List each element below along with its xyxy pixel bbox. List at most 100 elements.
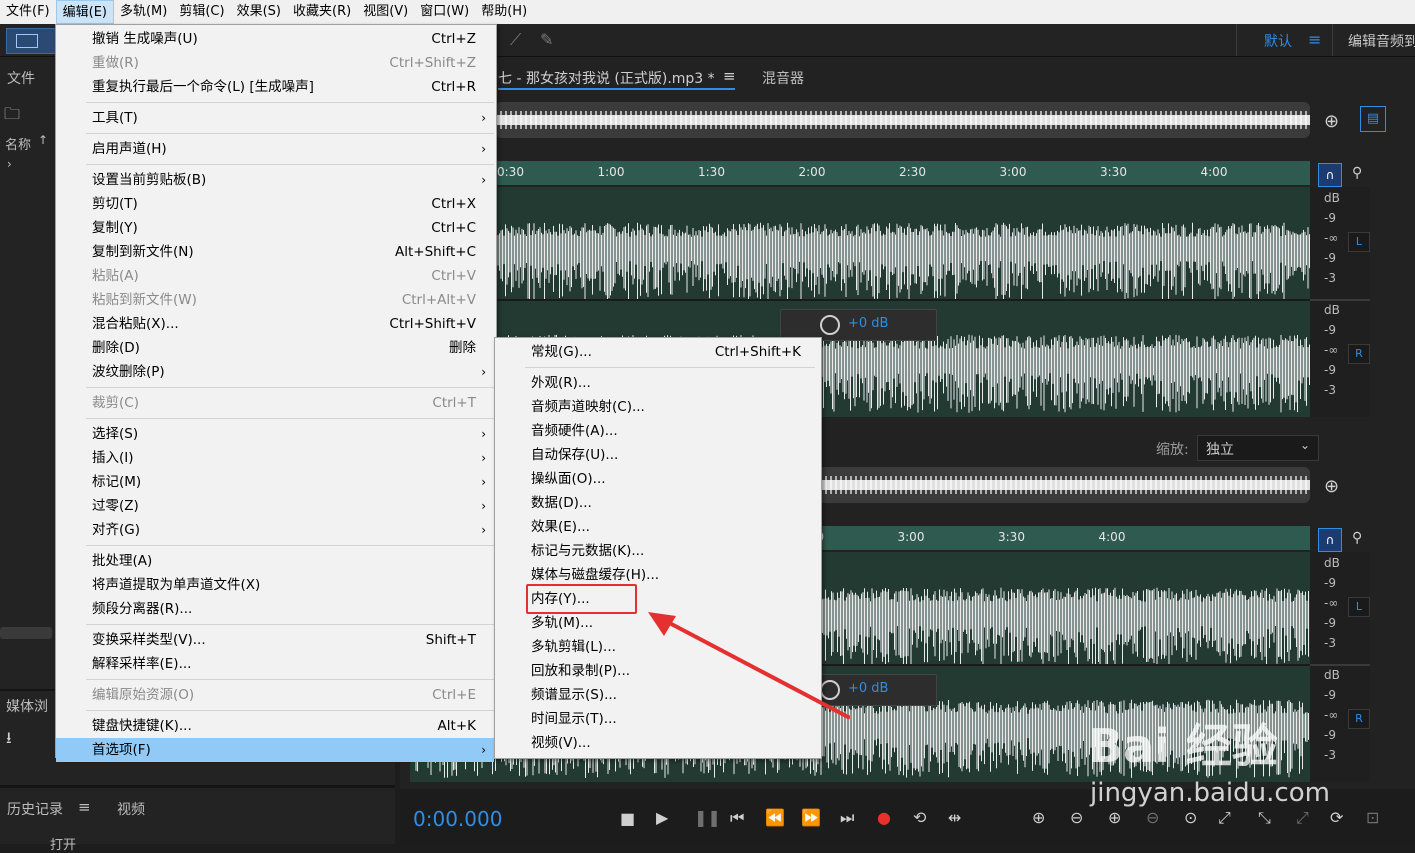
- zoom-navigator-icon-2[interactable]: ⊕: [1324, 476, 1339, 497]
- zoom-left-icon[interactable]: ⤡: [1258, 808, 1271, 828]
- edit-menu-item[interactable]: 选择(S) ›: [56, 422, 494, 446]
- go-to-start-icon[interactable]: ⏮: [730, 808, 744, 828]
- zoom-reset-icon[interactable]: ⟳: [1330, 808, 1343, 827]
- menubar-item[interactable]: 收藏夹(R): [287, 0, 357, 24]
- preferences-item[interactable]: 数据(D)...: [495, 491, 819, 515]
- channel-left-button[interactable]: L: [1348, 597, 1370, 617]
- file-tab[interactable]: 七 - 那女孩对我说 (正式版).mp3 *: [498, 68, 715, 88]
- channel-left-button[interactable]: L: [1348, 232, 1370, 252]
- edit-menu-item[interactable]: 粘贴(A) Ctrl+V: [56, 264, 494, 288]
- edit-menu-item[interactable]: 工具(T) ›: [56, 106, 494, 130]
- pin-icon[interactable]: ⚲: [1352, 165, 1362, 181]
- menubar-item[interactable]: 多轨(M): [114, 0, 173, 24]
- edit-menu-item[interactable]: 标记(M) ›: [56, 470, 494, 494]
- edit-menu-item[interactable]: 删除(D) 删除: [56, 336, 494, 360]
- preferences-item[interactable]: 音频声道映射(C)...: [495, 395, 819, 419]
- edit-menu-item[interactable]: 剪切(T) Ctrl+X: [56, 192, 494, 216]
- edit-menu-item[interactable]: 重做(R) Ctrl+Shift+Z: [56, 51, 494, 75]
- skip-selection-icon[interactable]: ⇹: [948, 808, 961, 827]
- files-tab[interactable]: 文件: [7, 68, 35, 88]
- zoom-out-time-icon[interactable]: ⊖: [1146, 808, 1159, 827]
- spectral-toggle-icon[interactable]: ▤: [1360, 106, 1386, 132]
- edit-menu-item[interactable]: 对齐(G) ›: [56, 518, 494, 542]
- folder-icon[interactable]: 🗀: [4, 103, 20, 130]
- pin-icon-2[interactable]: ⚲: [1352, 530, 1362, 546]
- channel-right-button[interactable]: R: [1348, 709, 1370, 729]
- timecode-display[interactable]: 0:00.000: [413, 807, 502, 831]
- history-tab[interactable]: 历史记录: [7, 799, 63, 819]
- workspace-menu-icon[interactable]: ≡: [1308, 30, 1321, 49]
- edit-menu-item[interactable]: 过零(Z) ›: [56, 494, 494, 518]
- menubar-item[interactable]: 帮助(H): [475, 0, 533, 24]
- edit-menu-item[interactable]: 混合粘贴(X)... Ctrl+Shift+V: [56, 312, 494, 336]
- edit-menu-item[interactable]: 首选项(F) ›: [56, 738, 494, 762]
- loop-icon[interactable]: ⟲: [913, 808, 926, 827]
- edit-menu-item[interactable]: 复制到新文件(N) Alt+Shift+C: [56, 240, 494, 264]
- fast-forward-icon[interactable]: ⏩: [801, 808, 821, 827]
- name-column-header[interactable]: 名称: [5, 134, 31, 153]
- edit-menu-item[interactable]: 重复执行最后一个命令(L) [生成噪声] Ctrl+R: [56, 75, 494, 99]
- edit-menu-item[interactable]: 粘贴到新文件(W) Ctrl+Alt+V: [56, 288, 494, 312]
- overview-waveform[interactable]: [495, 102, 1310, 138]
- preferences-item[interactable]: 常规(G)... Ctrl+Shift+K: [495, 340, 819, 364]
- edit-menu-item[interactable]: 键盘快捷键(K)... Alt+K: [56, 714, 494, 738]
- preferences-item[interactable]: 音频硬件(A)...: [495, 419, 819, 443]
- preferences-item[interactable]: 标记与元数据(K)...: [495, 539, 819, 563]
- zoom-fit-icon[interactable]: ⊡: [1366, 808, 1379, 827]
- zoom-full-icon[interactable]: ⊙: [1184, 808, 1197, 827]
- menubar-item[interactable]: 效果(S): [231, 0, 287, 24]
- edit-menu-item[interactable]: 变换采样类型(V)... Shift+T: [56, 628, 494, 652]
- stop-icon[interactable]: ■: [620, 809, 635, 828]
- edit-menu-item[interactable]: 波纹删除(P) ›: [56, 360, 494, 384]
- play-icon[interactable]: ▶: [656, 808, 668, 827]
- zoom-out-amplitude-icon[interactable]: ⊖: [1070, 808, 1083, 827]
- edit-menu-item[interactable]: 编辑原始资源(O) Ctrl+E: [56, 683, 494, 707]
- pause-icon[interactable]: ❚❚: [694, 808, 721, 827]
- media-browser-tab[interactable]: 媒体浏: [6, 696, 48, 716]
- menubar-item[interactable]: 视图(V): [357, 0, 414, 24]
- import-icon[interactable]: ⭳: [6, 727, 12, 754]
- edit-menu-item[interactable]: 插入(I) ›: [56, 446, 494, 470]
- edit-audio-tab[interactable]: 编辑音频到: [1348, 31, 1415, 51]
- gain-value[interactable]: +0 dB: [848, 316, 888, 331]
- menubar-item[interactable]: 编辑(E): [55, 0, 114, 24]
- edit-menu-item[interactable]: 启用声道(H) ›: [56, 137, 494, 161]
- menubar-item[interactable]: 窗口(W): [414, 0, 475, 24]
- preferences-item[interactable]: 操纵面(O)...: [495, 467, 819, 491]
- preferences-item[interactable]: 自动保存(U)...: [495, 443, 819, 467]
- rewind-icon[interactable]: ⏪: [765, 808, 785, 827]
- history-menu-icon[interactable]: ≡: [78, 798, 91, 816]
- brush-icon[interactable]: ⟋: [510, 30, 521, 50]
- spot-heal-icon[interactable]: ✎: [540, 30, 553, 49]
- menubar-item[interactable]: 剪辑(C): [173, 0, 230, 24]
- file-tab-menu-icon[interactable]: ≡: [723, 67, 736, 85]
- edit-menu-item[interactable]: 裁剪(C) Ctrl+T: [56, 391, 494, 415]
- timeline-ruler[interactable]: 0:30 1:00 1:30 2:00 2:30 3:00 3:30 4:00: [495, 161, 1310, 185]
- zoom-right-icon[interactable]: ⤢: [1296, 808, 1309, 828]
- record-icon[interactable]: ●: [877, 808, 891, 827]
- edit-menu-item[interactable]: 解释采样率(E)...: [56, 652, 494, 676]
- edit-menu-item[interactable]: 批处理(A): [56, 549, 494, 573]
- edit-menu-item[interactable]: 复制(Y) Ctrl+C: [56, 216, 494, 240]
- video-tab[interactable]: 视频: [117, 799, 145, 819]
- zoom-in-amplitude-icon[interactable]: ⊕: [1032, 808, 1045, 827]
- edit-menu-item[interactable]: 将声道提取为单声道文件(X): [56, 573, 494, 597]
- menubar-item[interactable]: 文件(F): [0, 0, 56, 24]
- preferences-item[interactable]: 视频(V)...: [495, 731, 819, 755]
- gain-knob-icon[interactable]: [820, 315, 840, 335]
- zoom-navigator-icon[interactable]: ⊕: [1324, 111, 1339, 132]
- go-to-end-icon[interactable]: ⏭: [840, 808, 854, 828]
- channel-right-button[interactable]: R: [1348, 344, 1370, 364]
- mixer-tab[interactable]: 混音器: [762, 68, 804, 88]
- preferences-item[interactable]: 外观(R)...: [495, 371, 819, 395]
- edit-menu-item[interactable]: 频段分离器(R)...: [56, 597, 494, 621]
- zoom-in-time-icon[interactable]: ⊕: [1108, 808, 1121, 827]
- snap-magnet-icon[interactable]: ∩: [1318, 163, 1342, 187]
- preferences-item[interactable]: 效果(E)...: [495, 515, 819, 539]
- edit-menu-item[interactable]: 撤销 生成噪声(U) Ctrl+Z: [56, 27, 494, 51]
- edit-menu-item[interactable]: 设置当前剪贴板(B) ›: [56, 168, 494, 192]
- zoom-selection-icon[interactable]: ⤢: [1218, 808, 1231, 828]
- expand-chevron-icon[interactable]: ›: [7, 157, 12, 171]
- snap-magnet-icon-2[interactable]: ∩: [1318, 528, 1342, 552]
- workspace-default[interactable]: 默认: [1264, 31, 1292, 51]
